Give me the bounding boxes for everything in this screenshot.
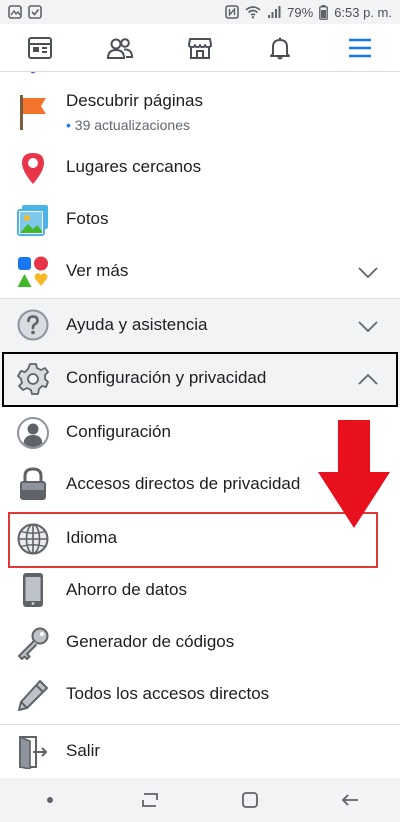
flag-icon — [20, 95, 46, 130]
menu-item-label: Accesos directos de privacidad — [66, 474, 301, 493]
pencil-icon — [18, 680, 48, 711]
help-icon — [17, 309, 49, 341]
menu-item-label: Generador de códigos — [66, 632, 235, 651]
nfc-icon — [225, 5, 239, 19]
menu-item-label: Descubrir páginas — [66, 91, 204, 110]
clock: 6:53 p. m. — [334, 4, 392, 20]
top-navigation-bar — [0, 24, 400, 72]
friends-icon — [106, 37, 134, 59]
menu-item-sub: • 39 actualizaciones — [66, 117, 190, 133]
home-square-icon — [242, 792, 258, 808]
nav-notifications[interactable] — [250, 24, 310, 72]
menu-item-photos[interactable]: Fotos — [0, 194, 400, 246]
menu-hamburger-icon — [349, 38, 371, 57]
home-button[interactable] — [230, 780, 270, 820]
back-arrow-icon — [341, 794, 358, 806]
download-notification-icon — [28, 5, 42, 19]
menu-item-data-saver[interactable]: Ahorro de datos — [0, 565, 400, 617]
chevron-down-icon — [358, 267, 378, 279]
exit-door-icon — [19, 735, 48, 769]
wifi-icon — [245, 6, 261, 19]
nav-marketplace[interactable] — [170, 24, 230, 72]
nav-dot-button[interactable] — [30, 780, 70, 820]
lock-icon — [20, 467, 46, 500]
red-arrow-annotation — [318, 420, 390, 528]
key-icon — [18, 627, 49, 660]
status-bar: 79% 6:53 p. m. — [0, 0, 400, 24]
dot-icon — [47, 797, 53, 803]
map-pin-icon — [22, 153, 44, 184]
signal-icon — [268, 6, 281, 18]
user-icon — [17, 417, 49, 449]
notifications-bell-icon — [270, 37, 290, 59]
battery-icon — [319, 4, 329, 20]
menu-item-discover-pages[interactable]: Descubrir páginas • 39 actualizaciones — [0, 82, 400, 138]
menu-item-label: Salir — [66, 741, 101, 760]
photos-icon — [17, 205, 48, 236]
menu-item-label: Fotos — [66, 209, 109, 228]
menu-item-help-support[interactable]: Ayuda y asistencia — [0, 299, 400, 352]
nav-friends[interactable] — [90, 24, 150, 72]
menu-item-see-more[interactable]: Ver más — [0, 246, 400, 298]
menu-item-all-shortcuts[interactable]: Todos los accesos directos — [0, 669, 400, 721]
shapes-icon — [17, 256, 48, 287]
menu-item-label: Ayuda y asistencia — [66, 315, 208, 334]
menu-item-label: Ahorro de datos — [66, 580, 187, 599]
nav-news-feed[interactable] — [10, 24, 70, 72]
menu-item-label: Todos los accesos directos — [66, 684, 270, 703]
menu-item-label: Ver más — [66, 261, 129, 280]
recents-button[interactable] — [130, 780, 170, 820]
android-navigation-bar — [0, 778, 400, 822]
menu-item-label: Configuración — [66, 422, 171, 441]
partial-item-icon — [30, 72, 36, 74]
menu-list: Descubrir páginas • 39 actualizaciones L… — [0, 72, 400, 778]
chevron-down-icon — [358, 321, 378, 333]
phone-icon — [23, 573, 43, 607]
back-button[interactable] — [330, 780, 370, 820]
recents-icon — [142, 793, 158, 807]
highlight-box-settings-privacy — [2, 352, 398, 407]
menu-item-code-generator[interactable]: Generador de códigos — [0, 617, 400, 669]
marketplace-icon — [188, 37, 212, 59]
battery-percent: 79% — [287, 4, 314, 20]
menu-item-nearby-places[interactable]: Lugares cercanos — [0, 142, 400, 194]
update-dot: • — [66, 117, 75, 133]
gallery-notification-icon — [8, 5, 22, 19]
menu-item-log-out[interactable]: Salir — [0, 725, 400, 778]
menu-item-label: Lugares cercanos — [66, 157, 202, 176]
nav-menu[interactable] — [330, 24, 390, 72]
news-feed-icon — [28, 36, 52, 59]
